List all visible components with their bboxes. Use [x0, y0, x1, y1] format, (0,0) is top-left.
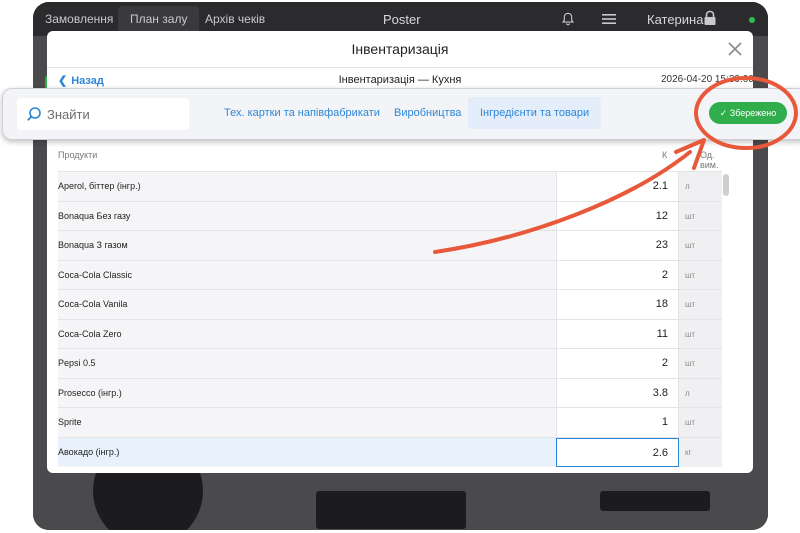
- column-quantity: К: [662, 150, 668, 160]
- search-box[interactable]: [17, 98, 189, 130]
- search-icon: [27, 107, 41, 121]
- rect-table-2: [600, 491, 710, 511]
- quantity-input[interactable]: 11: [556, 319, 679, 349]
- table-row[interactable]: Coca-Cola Zero 11 шт: [58, 318, 722, 349]
- search-input[interactable]: [47, 103, 183, 125]
- quantity-value: 3.8: [652, 386, 668, 399]
- filter-toolbar: Тех. картки та напівфабрикати Виробництв…: [2, 88, 800, 140]
- table-row[interactable]: Prosecco (інгр.) 3.8 л: [58, 377, 722, 408]
- product-name: Coca-Cola Vanila: [58, 299, 128, 309]
- table-row[interactable]: Bonaqua З газом 23 шт: [58, 230, 722, 261]
- quantity-input[interactable]: 23: [556, 231, 679, 261]
- lock-icon[interactable]: [703, 10, 717, 26]
- product-name: Sprite: [58, 417, 82, 427]
- quantity-input[interactable]: 2.6: [556, 437, 679, 467]
- unit-label: кг: [685, 447, 692, 457]
- quantity-value: 2.1: [652, 180, 668, 192]
- table-row[interactable]: Авокадо (інгр.) 2.6 кг: [58, 436, 722, 467]
- quantity-value: 2: [661, 357, 668, 369]
- table-row[interactable]: Aperol, біттер (інгр.) 2.1 л: [58, 171, 722, 202]
- table-row[interactable]: Pepsi 0.5 2 шт: [58, 348, 722, 379]
- close-icon[interactable]: [726, 40, 744, 58]
- modal-subtitle: Інвентаризація — Кухня: [338, 74, 462, 86]
- quantity-input[interactable]: 3.8: [556, 378, 679, 408]
- saved-button[interactable]: ✓ Збережено: [709, 102, 787, 124]
- unit-label: шт: [685, 241, 696, 250]
- quantity-input[interactable]: 18: [556, 290, 679, 320]
- quantity-input[interactable]: 12: [556, 201, 679, 231]
- tab-tech-cards[interactable]: Тех. картки та напівфабрикати: [224, 107, 380, 119]
- scrollbar[interactable]: [723, 174, 729, 196]
- quantity-input[interactable]: 2: [556, 349, 679, 379]
- column-products: Продукти: [58, 150, 98, 160]
- tab-ingredients-products[interactable]: Інгредієнти та товари: [468, 97, 602, 129]
- product-name: Bonaqua Без газу: [58, 210, 131, 221]
- unit-label: шт: [685, 211, 696, 221]
- unit-label: шт: [685, 359, 696, 368]
- brand-logo: Poster: [383, 12, 421, 27]
- tab-receipts-archive[interactable]: Архів чеків: [205, 12, 265, 26]
- quantity-value: 1: [661, 416, 668, 428]
- quantity-value: 12: [655, 209, 668, 222]
- quantity-value: 23: [655, 239, 668, 251]
- table-row[interactable]: Bonaqua Без газу 12 шт: [58, 200, 722, 231]
- product-name: Bonaqua З газом: [58, 240, 128, 250]
- tab-floor-plan[interactable]: План залу: [118, 6, 200, 32]
- quantity-value: 2.6: [652, 446, 668, 459]
- unit-label: шт: [685, 270, 696, 280]
- quantity-value: 18: [655, 298, 668, 310]
- quantity-input[interactable]: 1: [556, 408, 679, 438]
- unit-label: шт: [685, 329, 696, 339]
- unit-label: л: [685, 182, 690, 191]
- tab-production[interactable]: Виробництва: [394, 107, 461, 119]
- table-header: Продукти К Од. вим.: [58, 147, 722, 171]
- unit-label: шт: [685, 418, 696, 427]
- product-name: Coca-Cola Classic: [58, 269, 133, 280]
- unit-label: шт: [685, 300, 696, 309]
- user-name[interactable]: Катерина: [647, 12, 703, 27]
- modal-title: Інвентаризація: [351, 41, 449, 57]
- divider: [47, 67, 753, 68]
- rect-table: [316, 491, 466, 529]
- quantity-value: 2: [661, 268, 668, 281]
- product-name: Авокадо (інгр.): [58, 446, 120, 457]
- table-row[interactable]: Coca-Cola Vanila 18 шт: [58, 289, 722, 320]
- product-list: Aperol, біттер (інгр.) 2.1 л Bonaqua Без га…: [58, 171, 722, 467]
- table-row[interactable]: Coca-Cola Classic 2 шт: [58, 259, 722, 290]
- status-dot: [749, 17, 755, 23]
- product-name: Coca-Cola Zero: [58, 328, 122, 339]
- quantity-input[interactable]: 2.1: [556, 172, 679, 202]
- quantity-value: 11: [656, 327, 668, 340]
- menu-icon[interactable]: [602, 14, 616, 24]
- inventory-date: 2026-04-20 15:39:00: [661, 74, 753, 85]
- column-unit: Од. вим.: [700, 150, 719, 170]
- product-name: Prosecco (інгр.): [58, 387, 122, 398]
- product-name: Pepsi 0.5: [58, 358, 96, 368]
- bell-icon[interactable]: [561, 12, 575, 26]
- table-row[interactable]: Sprite 1 шт: [58, 407, 722, 438]
- quantity-input[interactable]: 2: [556, 260, 679, 290]
- product-name: Aperol, біттер (інгр.): [58, 181, 141, 191]
- unit-label: л: [685, 388, 690, 398]
- tab-orders[interactable]: Замовлення: [45, 12, 113, 26]
